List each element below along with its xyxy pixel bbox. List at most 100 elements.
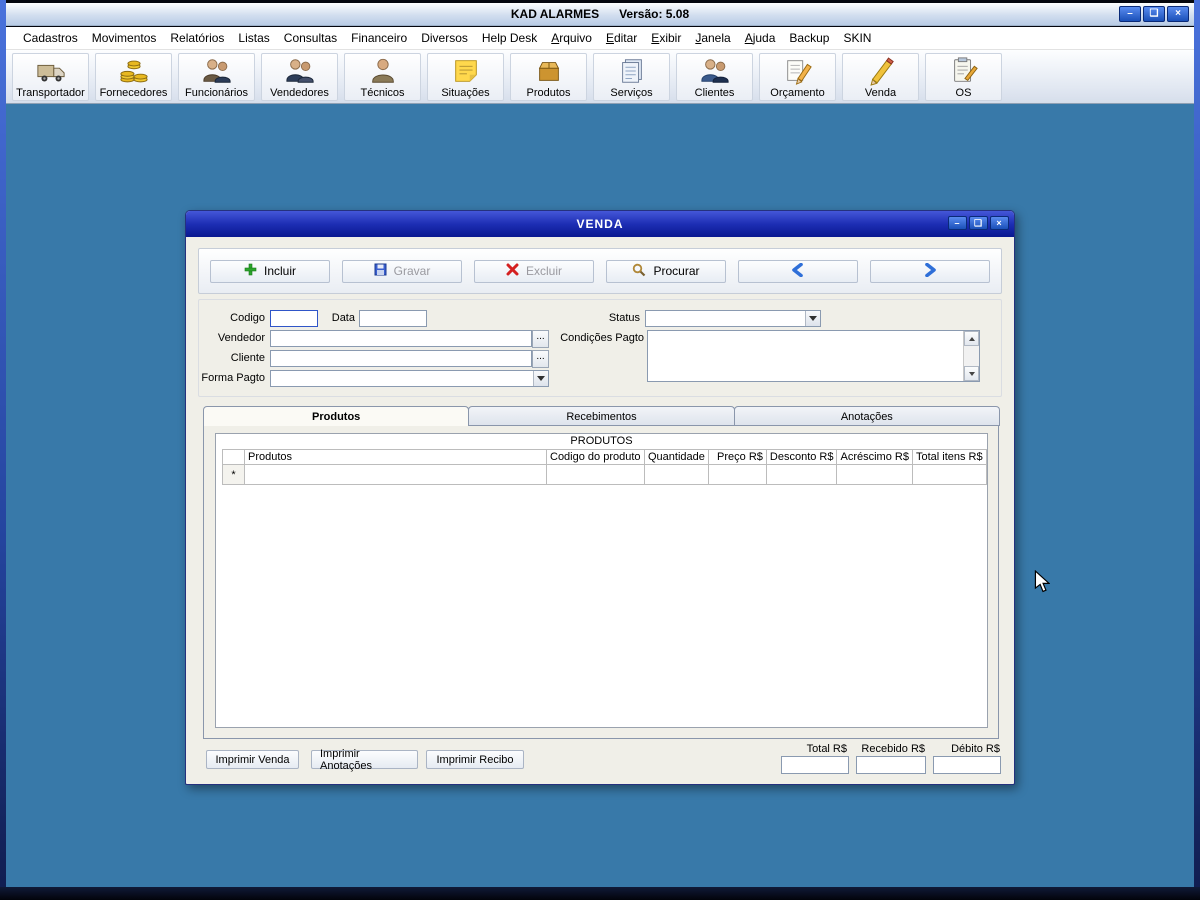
status-combobox[interactable] (645, 310, 821, 327)
arrow-left-icon (790, 263, 806, 280)
cell-total-itens[interactable] (912, 465, 986, 485)
person-icon (368, 55, 398, 87)
chevron-down-icon[interactable] (533, 371, 548, 386)
menu-consultas[interactable]: Consultas (277, 28, 344, 48)
excluir-button[interactable]: Excluir (474, 260, 594, 283)
menu-movimentos[interactable]: Movimentos (85, 28, 164, 48)
cell-desconto[interactable] (766, 465, 837, 485)
debito-input[interactable] (933, 756, 1001, 774)
menu-ajuda[interactable]: Ajuda (738, 28, 783, 48)
toolbar-tecnicos[interactable]: Técnicos (344, 53, 421, 101)
vendedor-input[interactable] (270, 330, 532, 347)
scroll-down-icon[interactable] (964, 366, 979, 381)
toolbar-orcamento[interactable]: Orçamento (759, 53, 836, 101)
imprimir-recibo-button[interactable]: Imprimir Recibo (426, 750, 524, 769)
maximize-button[interactable]: ❑ (1143, 6, 1165, 22)
menu-backup[interactable]: Backup (782, 28, 836, 48)
forma-pagto-combobox[interactable] (270, 370, 549, 387)
menu-relatorios[interactable]: Relatórios (163, 28, 231, 48)
toolbar-label: Vendedores (270, 87, 329, 99)
menu-cadastros[interactable]: Cadastros (16, 28, 85, 48)
toolbar-venda[interactable]: Venda (842, 53, 919, 101)
toolbar-label: Produtos (526, 87, 570, 99)
next-record-button[interactable] (870, 260, 990, 283)
toolbar-situacoes[interactable]: Situações (427, 53, 504, 101)
vendedor-label: Vendedor (195, 332, 265, 344)
close-button[interactable]: × (1167, 6, 1189, 22)
cell-codigo[interactable] (547, 465, 645, 485)
tab-anotacoes[interactable]: Anotações (734, 406, 1000, 426)
app-version-text: Versão: 5.08 (619, 7, 689, 21)
menu-bar: Cadastros Movimentos Relatórios Listas C… (6, 27, 1194, 50)
grid-row[interactable]: * (223, 465, 987, 485)
debito-label: Débito R$ (933, 743, 1000, 755)
grid-header-desconto: Desconto R$ (766, 450, 837, 465)
cell-quantidade[interactable] (645, 465, 709, 485)
menu-arquivo[interactable]: Arquivo (544, 28, 599, 48)
scroll-up-icon[interactable] (964, 331, 979, 346)
data-input[interactable] (359, 310, 427, 327)
cliente-lookup-button[interactable]: ... (532, 350, 549, 368)
menu-listas[interactable]: Listas (231, 28, 276, 48)
menu-janela[interactable]: Janela (688, 28, 737, 48)
venda-window: VENDA – ❑ × Incluir Gravar E (185, 210, 1015, 785)
venda-title: VENDA (576, 217, 623, 231)
venda-minimize-button[interactable]: – (948, 216, 967, 230)
venda-titlebar[interactable]: VENDA – ❑ × (186, 211, 1014, 237)
application-window: KAD ALARMES Versão: 5.08 – ❑ × Cadastros… (0, 0, 1200, 900)
grid-header-acrescimo: Acréscimo R$ (837, 450, 912, 465)
cell-preco[interactable] (708, 465, 766, 485)
menu-diversos[interactable]: Diversos (414, 28, 475, 48)
toolbar-servicos[interactable]: Serviços (593, 53, 670, 101)
incluir-button[interactable]: Incluir (210, 260, 330, 283)
tab-recebimentos[interactable]: Recebimentos (468, 406, 734, 426)
ellipsis-icon: ... (536, 331, 544, 342)
tab-produtos[interactable]: Produtos (203, 406, 469, 426)
vendedor-lookup-button[interactable]: ... (532, 330, 549, 348)
venda-form: Codigo Data Status Vendedor ... Condiçõe… (198, 299, 1002, 397)
people-icon (700, 55, 730, 87)
truck-icon (36, 55, 66, 87)
produtos-groupbox: PRODUTOS Produtos Codigo do produto Quan… (215, 433, 988, 728)
codigo-input[interactable] (270, 310, 318, 327)
menu-exibir[interactable]: Exibir (644, 28, 688, 48)
recebido-input[interactable] (856, 756, 926, 774)
condicoes-pagto-memo[interactable] (647, 330, 980, 382)
condicoes-pagto-label: Condições Pagto (551, 332, 644, 344)
cliente-input[interactable] (270, 350, 532, 367)
toolbar-vendedores[interactable]: Vendedores (261, 53, 338, 101)
procurar-button[interactable]: Procurar (606, 260, 726, 283)
ellipsis-icon: ... (536, 351, 544, 362)
venda-toolbar: Incluir Gravar Excluir Procurar (198, 248, 1002, 294)
gravar-button[interactable]: Gravar (342, 260, 462, 283)
menu-financeiro[interactable]: Financeiro (344, 28, 414, 48)
toolbar-fornecedores[interactable]: Fornecedores (95, 53, 172, 101)
close-icon: × (1175, 9, 1181, 19)
venda-maximize-button[interactable]: ❑ (969, 216, 988, 230)
memo-scrollbar[interactable] (963, 331, 979, 381)
toolbar-funcionarios[interactable]: Funcionários (178, 53, 255, 101)
menu-editar[interactable]: Editar (599, 28, 644, 48)
button-label: Imprimir Venda (216, 754, 290, 766)
chevron-down-icon[interactable] (805, 311, 820, 326)
menu-help-desk[interactable]: Help Desk (475, 28, 544, 48)
tab-label: Produtos (312, 411, 360, 423)
toolbar-label: Orçamento (770, 87, 824, 99)
cell-acrescimo[interactable] (837, 465, 912, 485)
menu-skin[interactable]: SKIN (836, 28, 878, 48)
toolbar-clientes[interactable]: Clientes (676, 53, 753, 101)
minimize-button[interactable]: – (1119, 6, 1141, 22)
cell-produtos[interactable] (245, 465, 547, 485)
toolbar-os[interactable]: OS (925, 53, 1002, 101)
app-title-text: KAD ALARMES (511, 7, 599, 21)
venda-close-button[interactable]: × (990, 216, 1009, 230)
imprimir-anotacoes-button[interactable]: Imprimir Anotações (311, 750, 418, 769)
imprimir-venda-button[interactable]: Imprimir Venda (206, 750, 299, 769)
toolbar-produtos[interactable]: Produtos (510, 53, 587, 101)
toolbar-transportador[interactable]: Transportador (12, 53, 89, 101)
toolbar-label: Fornecedores (100, 87, 168, 99)
maximize-icon: ❑ (1150, 9, 1159, 19)
previous-record-button[interactable] (738, 260, 858, 283)
total-input[interactable] (781, 756, 849, 774)
venda-window-controls: – ❑ × (946, 216, 1009, 230)
